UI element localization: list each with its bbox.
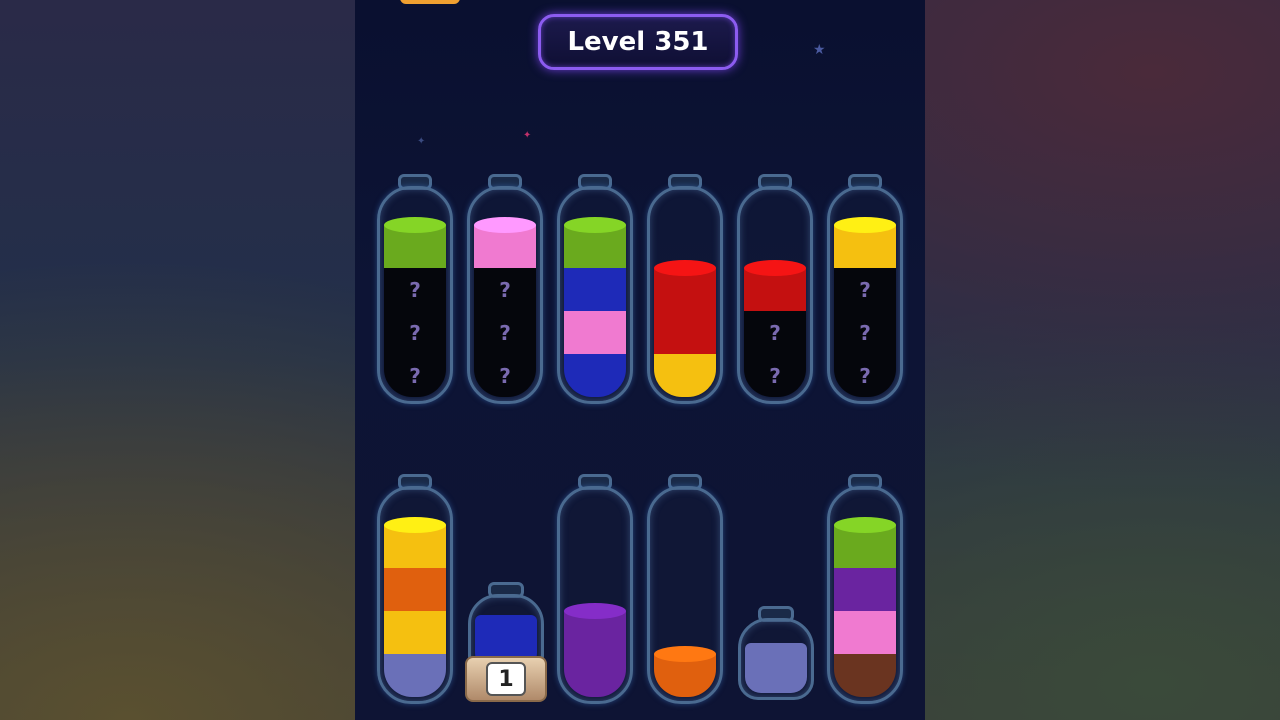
tube-1[interactable]: ??? <box>377 186 453 404</box>
level-indicator: Level 351 <box>538 14 738 70</box>
liquid-layer-orange <box>654 654 716 697</box>
liquid-layer-green <box>834 525 896 568</box>
tube-liquid: ??? <box>474 207 536 397</box>
hidden-layer: ? <box>744 354 806 397</box>
game-board: Level 351 ★ ✦ ✦ ??????????? 1 <box>355 0 925 720</box>
coin-counter-tab[interactable] <box>400 0 460 4</box>
hidden-layer: ? <box>744 311 806 354</box>
stand-count-badge: 1 <box>486 662 526 696</box>
tube-liquid <box>564 207 626 397</box>
liquid-layer-brown <box>834 654 896 697</box>
hidden-layer: ? <box>834 311 896 354</box>
hidden-layer: ? <box>834 354 896 397</box>
tube-6[interactable]: ??? <box>827 186 903 404</box>
tube-2[interactable]: ??? <box>467 186 543 404</box>
tube-12[interactable] <box>827 486 903 704</box>
liquid-layer <box>745 643 807 693</box>
tube-liquid <box>654 507 716 697</box>
liquid-layer-red <box>744 268 806 311</box>
liquid-layer-orange <box>384 568 446 611</box>
hidden-layer: ? <box>474 311 536 354</box>
liquid-layer-yellow <box>384 611 446 654</box>
tube-9[interactable] <box>557 486 633 704</box>
liquid-layer-pink <box>834 611 896 654</box>
sparkle-icon: ✦ <box>523 130 532 141</box>
liquid-layer-purple <box>564 611 626 654</box>
liquid-layer-pink <box>564 311 626 354</box>
hidden-layer: ? <box>384 311 446 354</box>
tube-liquid <box>564 507 626 697</box>
tube-5[interactable]: ?? <box>737 186 813 404</box>
liquid-layer-lavender <box>384 654 446 697</box>
liquid-layer-purple <box>564 654 626 697</box>
bottle-stand: 1 <box>465 656 547 702</box>
hidden-layer: ? <box>384 268 446 311</box>
tube-liquid <box>384 507 446 697</box>
liquid-layer-pink <box>474 225 536 268</box>
liquid-layer-blue <box>564 268 626 311</box>
liquid-layer-green <box>384 225 446 268</box>
hidden-layer: ? <box>474 354 536 397</box>
tube-10[interactable] <box>647 486 723 704</box>
liquid-layer-yellow <box>384 525 446 568</box>
level-label: Level 351 <box>567 27 709 57</box>
liquid-layer-purple <box>834 568 896 611</box>
sparkle-icon: ✦ <box>417 136 426 147</box>
tube-liquid: ?? <box>744 207 806 397</box>
tube-liquid <box>654 207 716 397</box>
hidden-layer: ? <box>474 268 536 311</box>
liquid-layer-green <box>564 225 626 268</box>
liquid-layer-blue <box>564 354 626 397</box>
tube-3[interactable] <box>557 186 633 404</box>
star-icon: ★ <box>813 42 826 58</box>
tube-4[interactable] <box>647 186 723 404</box>
tube-7[interactable] <box>377 486 453 704</box>
liquid-layer-yellow <box>654 354 716 397</box>
liquid-layer-yellow <box>834 225 896 268</box>
liquid-layer-red <box>654 311 716 354</box>
hidden-layer: ? <box>384 354 446 397</box>
liquid-layer-red <box>654 268 716 311</box>
tube-liquid <box>834 507 896 697</box>
tube-liquid: ??? <box>384 207 446 397</box>
small-bottle-lavender[interactable] <box>738 618 814 700</box>
tube-liquid: ??? <box>834 207 896 397</box>
hidden-layer: ? <box>834 268 896 311</box>
